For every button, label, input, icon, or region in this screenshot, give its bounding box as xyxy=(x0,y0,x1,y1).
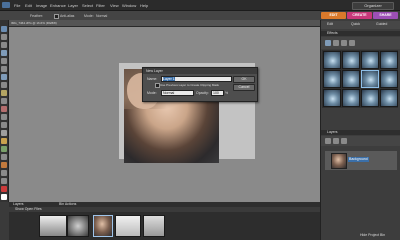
effects-toolbar xyxy=(321,37,400,49)
filters-icon[interactable] xyxy=(325,40,331,46)
eyedropper-tool-icon[interactable] xyxy=(1,50,7,56)
tab-edit[interactable]: EDIT xyxy=(321,12,346,19)
new-layer-dialog: New Layer Name: Layer 1 Use Previous Lay… xyxy=(142,67,258,102)
opacity-input[interactable]: 100 xyxy=(211,90,224,96)
effect-thumbnail[interactable] xyxy=(342,70,360,88)
antialias-label: Anti-alias xyxy=(60,14,75,18)
app-logo-icon xyxy=(2,2,10,8)
selection-brush-icon[interactable] xyxy=(1,82,7,88)
menu-bar: File Edit Image Enhance Layer Select Fil… xyxy=(0,0,400,11)
tab-guided[interactable]: Guided xyxy=(376,22,387,26)
menu-edit[interactable]: Edit xyxy=(25,3,32,8)
magic-wand-tool-icon[interactable] xyxy=(1,74,7,80)
effect-thumbnail[interactable] xyxy=(323,89,341,107)
tab-create[interactable]: CREATE xyxy=(347,12,372,19)
type-tool-icon[interactable] xyxy=(1,90,7,96)
layers-toolbar xyxy=(321,136,400,146)
hide-bin-button[interactable]: Hide Project Bin xyxy=(360,233,385,237)
canvas-area[interactable] xyxy=(9,27,320,202)
brush-tool-icon[interactable] xyxy=(1,138,7,144)
menu-filter[interactable]: Filter xyxy=(96,3,105,8)
layer-name-value: Layer 1 xyxy=(163,77,175,81)
effect-thumbnail[interactable] xyxy=(323,51,341,69)
layer-name-label: Background xyxy=(348,157,369,162)
effect-thumbnail[interactable] xyxy=(380,70,398,88)
new-layer-icon[interactable] xyxy=(325,138,331,144)
eraser-tool-icon[interactable] xyxy=(1,130,7,136)
red-eye-tool-icon[interactable] xyxy=(1,106,7,112)
paint-bucket-icon[interactable] xyxy=(1,146,7,152)
project-bin xyxy=(9,212,320,240)
clipping-mask-label: Use Previous Layer to Create Clipping Ma… xyxy=(160,83,220,87)
menu-help[interactable]: Help xyxy=(140,3,148,8)
effect-thumbnail[interactable] xyxy=(361,89,379,107)
tab-share[interactable]: SHARE xyxy=(373,12,398,19)
toolbox xyxy=(0,20,9,202)
document-tab[interactable]: IMG_7464.JPG @ 16.6% (RGB/8) xyxy=(8,20,320,27)
edit-mode-tabs: Edit Quick Guided xyxy=(321,21,400,29)
shape-tool-icon[interactable] xyxy=(1,162,7,168)
healing-brush-icon[interactable] xyxy=(1,114,7,120)
background-color-icon[interactable] xyxy=(1,194,7,200)
delete-layer-icon[interactable] xyxy=(341,138,347,144)
mode-label: Mode: xyxy=(147,91,157,95)
show-all-icon[interactable] xyxy=(349,40,355,46)
lasso-tool-icon[interactable] xyxy=(1,66,7,72)
effect-thumbnail[interactable] xyxy=(380,51,398,69)
adjustment-layer-icon[interactable] xyxy=(333,138,339,144)
layers-panel-header[interactable]: Layers xyxy=(321,130,400,135)
name-label: Name: xyxy=(147,77,158,81)
effects-panel-header[interactable]: Effects xyxy=(321,31,400,36)
effects-grid xyxy=(322,50,398,108)
tab-quick[interactable]: Quick xyxy=(351,22,360,26)
effect-thumbnail[interactable] xyxy=(323,70,341,88)
effect-thumbnail[interactable] xyxy=(342,89,360,107)
bin-thumbnail[interactable] xyxy=(39,215,67,237)
foreground-color-icon[interactable] xyxy=(1,186,7,192)
menu-enhance[interactable]: Enhance xyxy=(50,3,66,8)
sponge-tool-icon[interactable] xyxy=(1,178,7,184)
menu-layer[interactable]: Layer xyxy=(68,3,78,8)
layer-thumbnail xyxy=(331,153,347,169)
cancel-button[interactable]: Cancel xyxy=(233,84,255,91)
organizer-button[interactable]: Organizer xyxy=(352,2,394,10)
effect-thumbnail-selected[interactable] xyxy=(361,70,379,88)
tab-full-edit[interactable]: Edit xyxy=(327,22,333,26)
bin-thumbnail[interactable] xyxy=(115,215,141,237)
move-tool-icon[interactable] xyxy=(1,26,7,32)
zoom-tool-icon[interactable] xyxy=(1,34,7,40)
photo-effects-icon[interactable] xyxy=(341,40,347,46)
crop-tool-icon[interactable] xyxy=(1,98,7,104)
mode-label: Mode: xyxy=(84,14,94,18)
effect-thumbnail[interactable] xyxy=(342,51,360,69)
opacity-unit: % xyxy=(225,91,229,95)
ok-button[interactable]: OK xyxy=(233,76,255,83)
mode-select[interactable]: Normal xyxy=(96,14,107,18)
marquee-tool-icon[interactable] xyxy=(1,58,7,64)
antialias-checkbox[interactable] xyxy=(54,14,59,19)
menu-view[interactable]: View xyxy=(110,3,119,8)
dialog-title: New Layer xyxy=(143,68,257,74)
mode-tabs: EDIT CREATE SHARE xyxy=(320,11,400,20)
feather-label: Feather: xyxy=(30,14,44,18)
menu-image[interactable]: Image xyxy=(36,3,47,8)
layer-styles-icon[interactable] xyxy=(333,40,339,46)
effect-thumbnail[interactable] xyxy=(380,89,398,107)
bin-thumbnail-selected[interactable] xyxy=(93,215,113,237)
clone-stamp-icon[interactable] xyxy=(1,122,7,128)
opacity-label: Opacity: xyxy=(196,91,209,95)
gradient-tool-icon[interactable] xyxy=(1,154,7,160)
bin-thumbnail[interactable] xyxy=(143,215,165,237)
document-title: IMG_7464.JPG @ 16.6% (RGB/8) xyxy=(11,21,57,25)
bin-thumbnail[interactable] xyxy=(67,215,89,237)
hand-tool-icon[interactable] xyxy=(1,42,7,48)
menu-select[interactable]: Select xyxy=(82,3,93,8)
layer-name-input[interactable]: Layer 1 xyxy=(161,76,232,82)
menu-window[interactable]: Window xyxy=(122,3,136,8)
mode-select[interactable]: Normal xyxy=(161,90,194,96)
blur-tool-icon[interactable] xyxy=(1,170,7,176)
menu-file[interactable]: File xyxy=(14,3,20,8)
effect-thumbnail[interactable] xyxy=(361,51,379,69)
